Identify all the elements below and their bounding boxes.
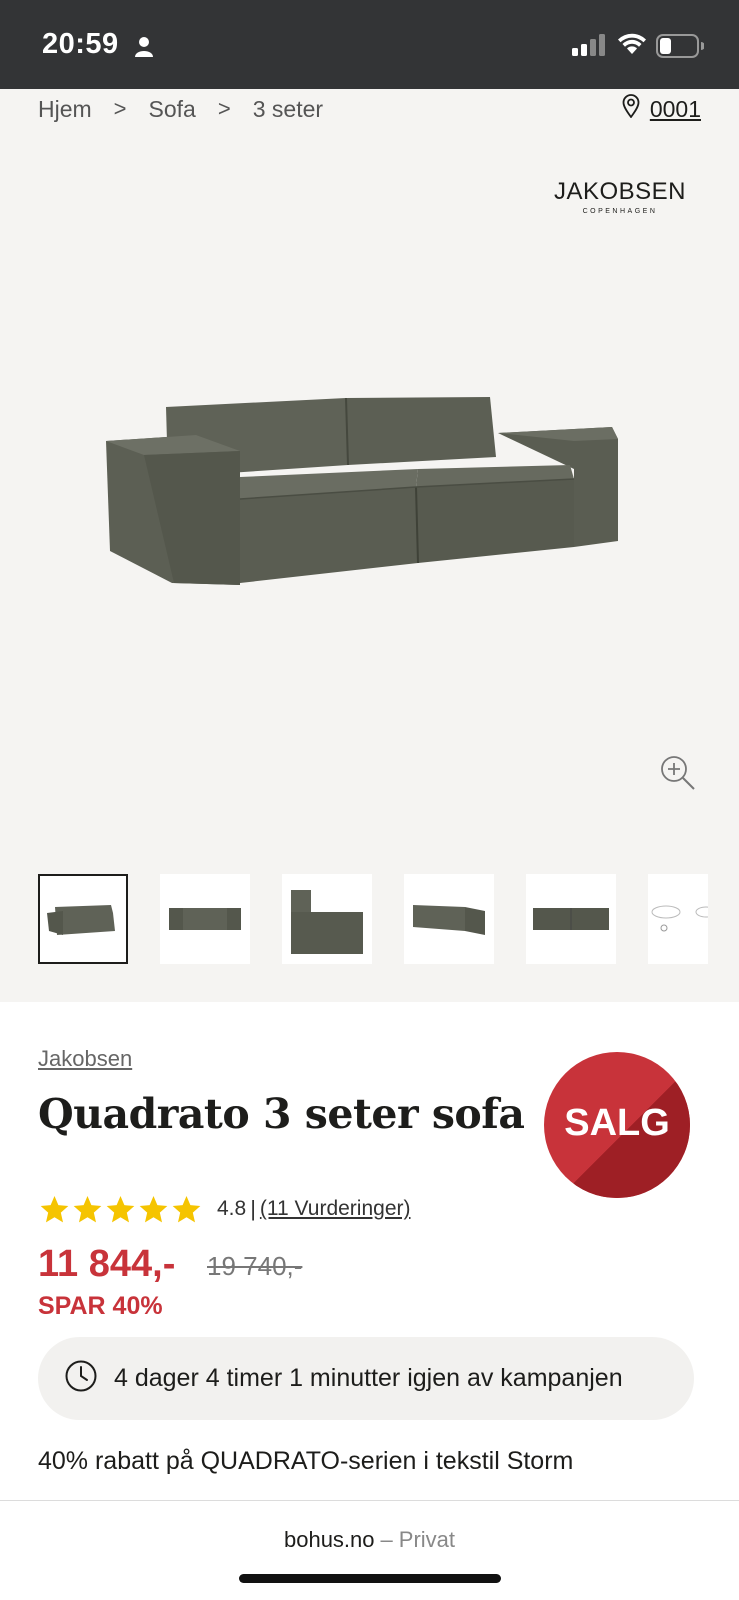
breadcrumb-separator: > bbox=[217, 96, 231, 121]
star-icon bbox=[139, 1195, 168, 1222]
cellular-signal-icon bbox=[572, 34, 606, 61]
person-icon bbox=[134, 36, 154, 63]
product-title: Quadrato 3 seter sofa bbox=[38, 1090, 525, 1138]
status-bar: 20:59 bbox=[0, 0, 739, 89]
brand-logo-name: JAKOBSEN bbox=[553, 178, 687, 205]
promo-text: 40% rabatt på QUADRATO-serien i tekstil … bbox=[38, 1447, 574, 1475]
thumbnail-4[interactable] bbox=[404, 874, 494, 964]
clock-icon bbox=[64, 1359, 98, 1398]
rating-separator: | bbox=[250, 1196, 256, 1221]
store-code[interactable]: 0001 bbox=[650, 96, 701, 123]
star-icon bbox=[172, 1195, 201, 1222]
brand-logo: JAKOBSEN COPENHAGEN bbox=[545, 178, 695, 215]
browser-bottom-bar: bohus.no – Privat bbox=[0, 1500, 739, 1600]
wifi-icon bbox=[616, 32, 648, 61]
star-icon bbox=[106, 1195, 135, 1222]
status-time: 20:59 bbox=[42, 28, 119, 60]
battery-icon bbox=[656, 34, 705, 63]
rating-value: 4.8 bbox=[217, 1197, 247, 1220]
thumbnail-3[interactable] bbox=[282, 874, 372, 964]
thumbnail-5[interactable] bbox=[526, 874, 616, 964]
breadcrumb-home[interactable]: Hjem bbox=[38, 96, 92, 123]
discount-label: SPAR 40% bbox=[38, 1292, 163, 1320]
product-rating[interactable]: 4.8 | (11 Vurderinger) bbox=[38, 1193, 411, 1225]
current-price: 11 844,- bbox=[38, 1243, 176, 1285]
thumbnail-1[interactable] bbox=[38, 874, 128, 964]
breadcrumb-current[interactable]: 3 seter bbox=[253, 96, 323, 123]
breadcrumb: Hjem > Sofa > 3 seter bbox=[38, 94, 323, 124]
thumbnail-strip bbox=[38, 874, 708, 964]
countdown-text: 4 dager 4 timer 1 minutter igjen av kamp… bbox=[114, 1364, 623, 1392]
sale-badge: SALG bbox=[544, 1052, 690, 1198]
rating-count-link[interactable]: (11 Vurderinger) bbox=[260, 1197, 411, 1221]
brand-logo-sub: COPENHAGEN bbox=[582, 208, 658, 215]
url-domain: bohus.no bbox=[283, 1527, 375, 1552]
campaign-countdown: 4 dager 4 timer 1 minutter igjen av kamp… bbox=[38, 1337, 694, 1420]
home-indicator[interactable] bbox=[239, 1574, 501, 1583]
rating-stars bbox=[38, 1194, 203, 1225]
store-selector[interactable]: 0001 bbox=[622, 94, 701, 124]
browsing-mode: Privat bbox=[398, 1527, 456, 1552]
product-image[interactable] bbox=[100, 395, 640, 600]
thumbnail-2[interactable] bbox=[160, 874, 250, 964]
thumbnail-6[interactable] bbox=[648, 874, 708, 964]
url-separator: – bbox=[380, 1527, 393, 1552]
original-price: 19 740,- bbox=[207, 1251, 303, 1281]
zoom-in-icon[interactable] bbox=[660, 755, 696, 796]
breadcrumb-separator: > bbox=[113, 96, 127, 121]
location-pin-icon bbox=[622, 94, 640, 124]
address-bar[interactable]: bohus.no – Privat bbox=[0, 1527, 739, 1553]
sale-badge-label: SALG bbox=[564, 1102, 670, 1144]
breadcrumb-sofa[interactable]: Sofa bbox=[149, 96, 196, 123]
star-icon bbox=[73, 1195, 102, 1222]
product-brand-link[interactable]: Jakobsen bbox=[38, 1046, 132, 1072]
star-icon bbox=[40, 1195, 69, 1222]
